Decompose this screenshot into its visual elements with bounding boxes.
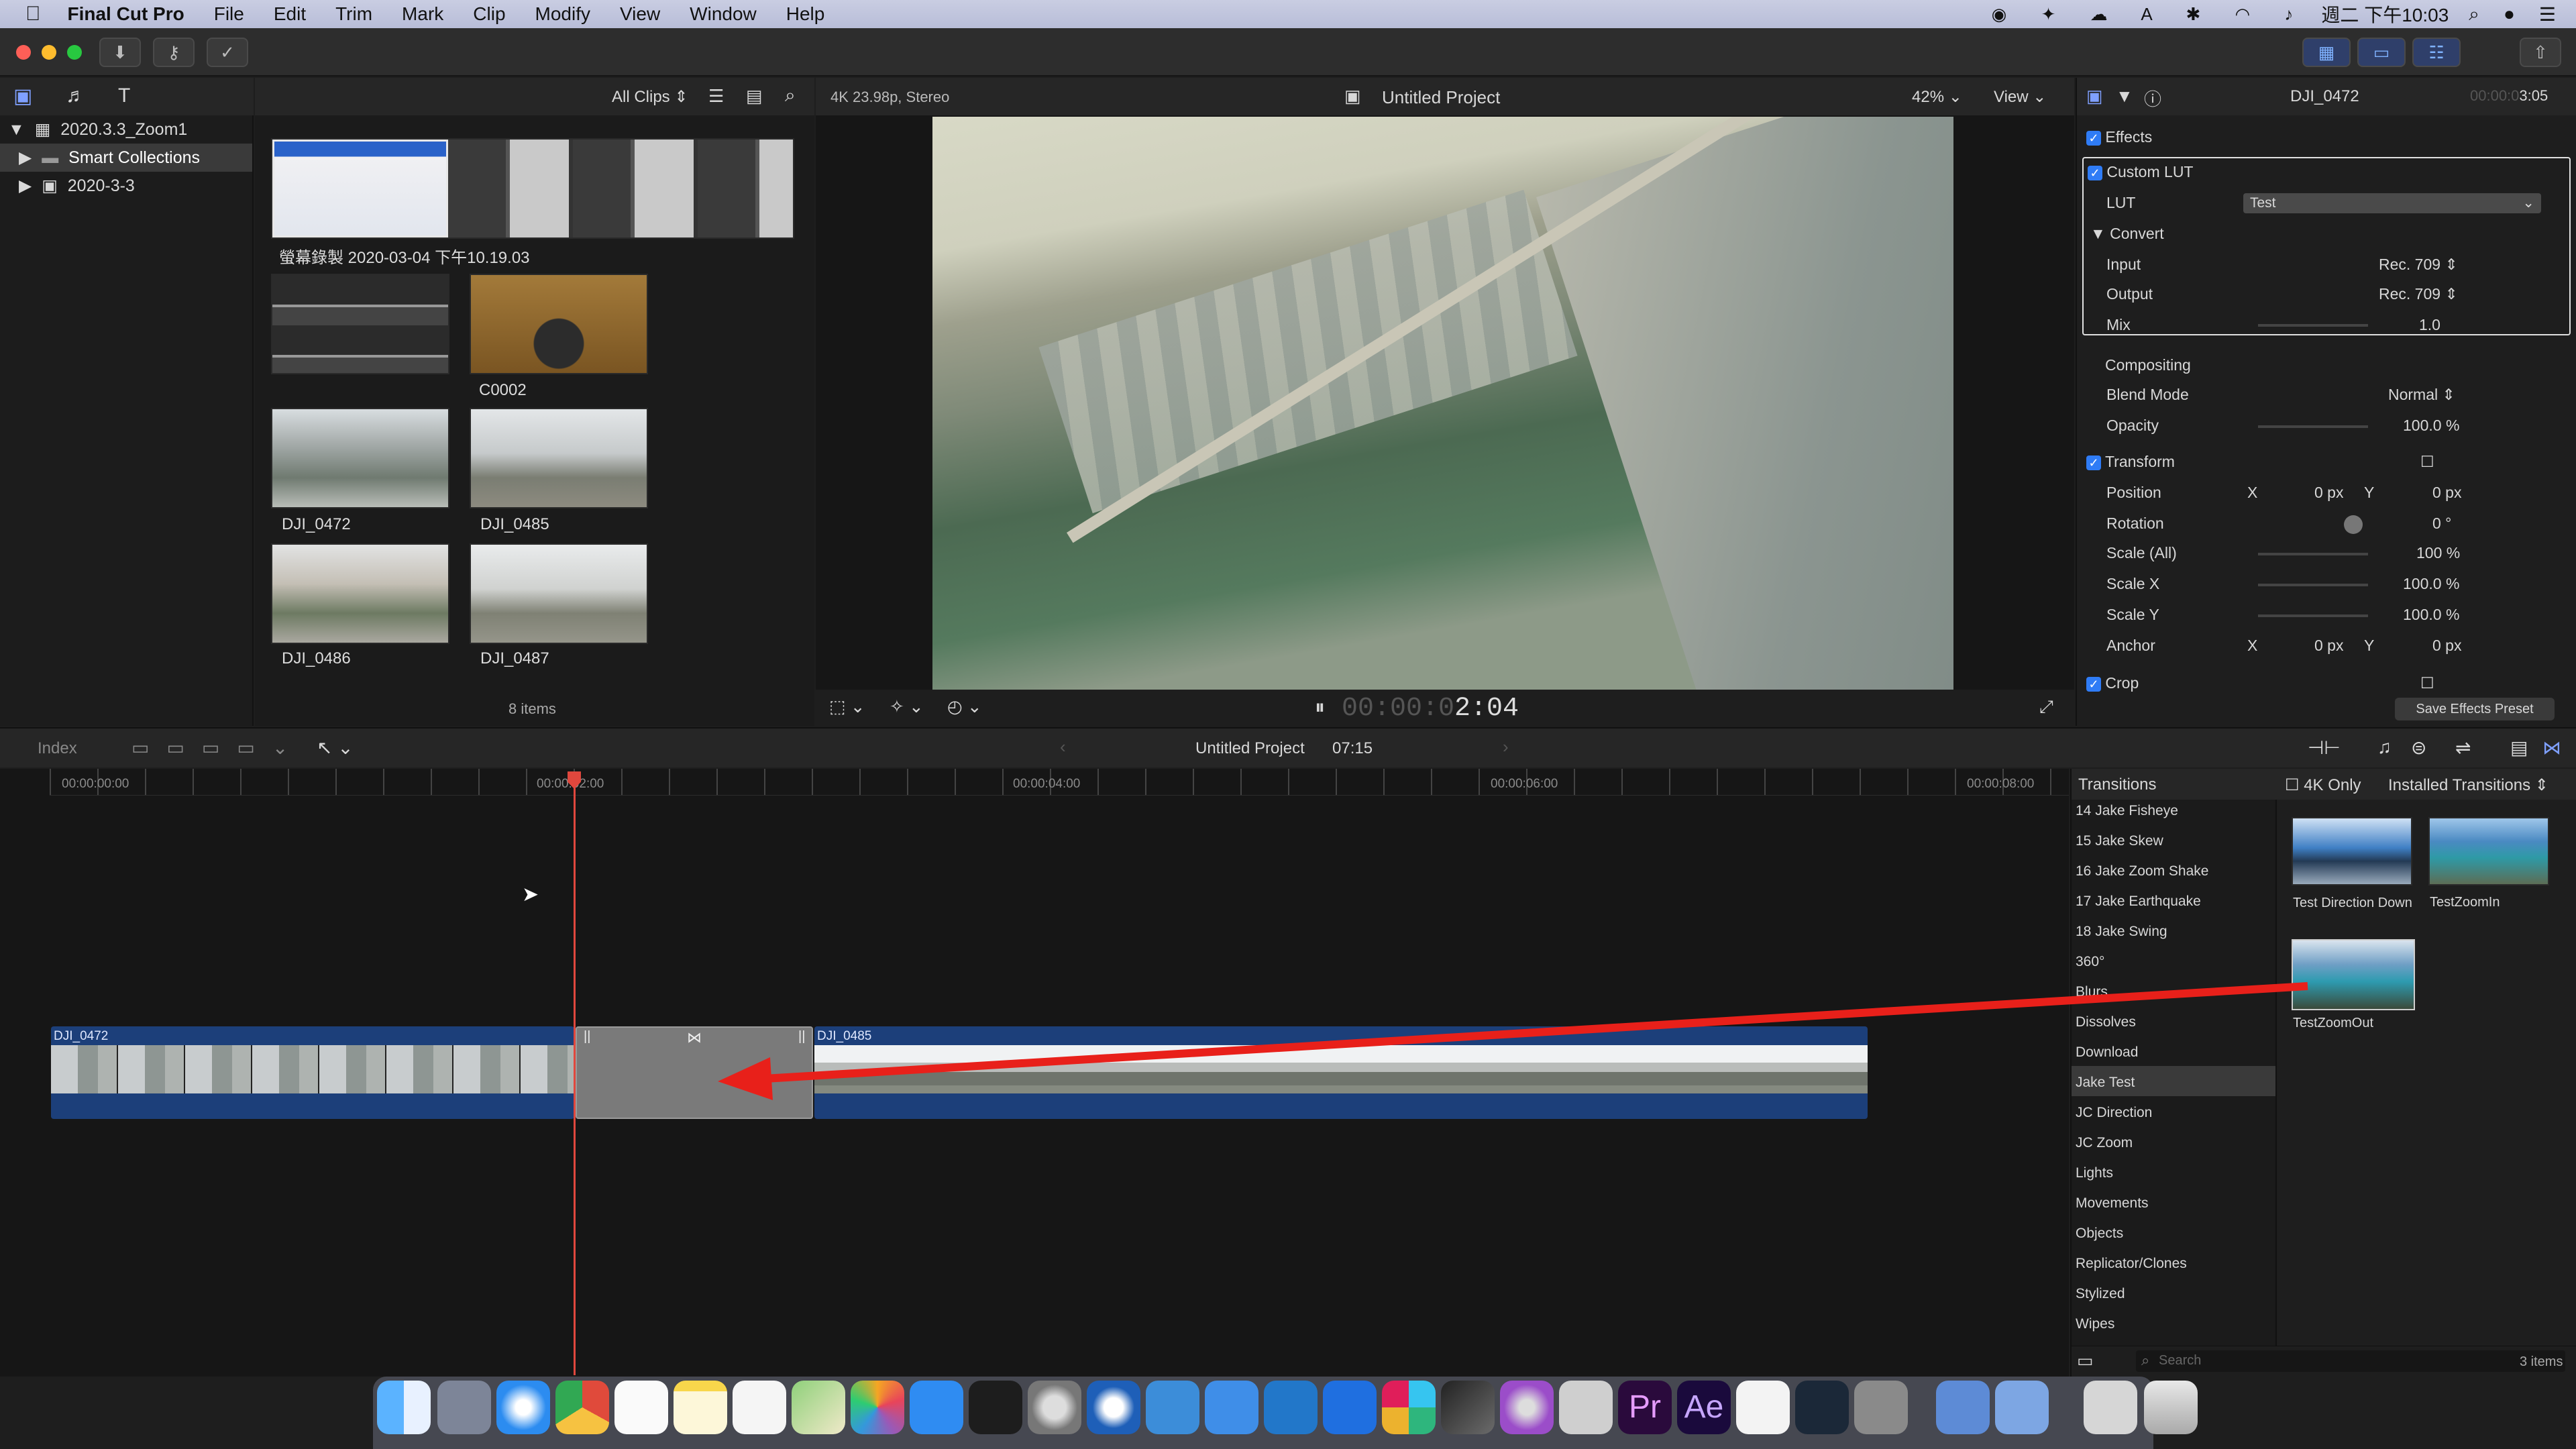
documents-stack-icon[interactable] xyxy=(2084,1381,2137,1434)
chrome-icon[interactable] xyxy=(555,1381,609,1434)
terminal-icon[interactable] xyxy=(969,1381,1022,1434)
system-preferences-icon[interactable] xyxy=(1028,1381,1081,1434)
steam-icon[interactable] xyxy=(1795,1381,1849,1434)
annotation-arrow-shaft xyxy=(764,982,2308,1083)
utility-icon[interactable] xyxy=(1854,1381,1908,1434)
vscode-icon[interactable] xyxy=(1264,1381,1318,1434)
xcode-icon[interactable] xyxy=(1146,1381,1199,1434)
trash-icon[interactable] xyxy=(2144,1381,2198,1434)
maps-icon[interactable] xyxy=(792,1381,845,1434)
downloads-icon[interactable] xyxy=(1936,1381,1990,1434)
finder-icon[interactable] xyxy=(377,1381,431,1434)
compressor-icon[interactable] xyxy=(1559,1381,1613,1434)
keynote-icon[interactable] xyxy=(1205,1381,1258,1434)
annotation-arrow xyxy=(718,982,2308,1100)
notes-icon[interactable] xyxy=(674,1381,727,1434)
after-effects-icon[interactable]: Ae xyxy=(1677,1381,1731,1434)
app-store-icon[interactable] xyxy=(910,1381,963,1434)
calendar-icon[interactable] xyxy=(614,1381,668,1434)
find-my-icon[interactable] xyxy=(1323,1381,1377,1434)
annotation-arrow-head xyxy=(718,1057,773,1100)
motion-icon[interactable] xyxy=(1500,1381,1554,1434)
photos-icon[interactable] xyxy=(851,1381,904,1434)
slack-icon[interactable] xyxy=(1382,1381,1436,1434)
textedit-icon[interactable] xyxy=(1736,1381,1790,1434)
launchpad-icon[interactable] xyxy=(437,1381,491,1434)
quicktime-icon[interactable] xyxy=(1087,1381,1140,1434)
safari-icon[interactable] xyxy=(496,1381,550,1434)
final-cut-pro-icon[interactable] xyxy=(1441,1381,1495,1434)
screenshot-folder-icon[interactable] xyxy=(1995,1381,2049,1434)
premiere-pro-icon[interactable]: Pr xyxy=(1618,1381,1672,1434)
reminders-icon[interactable] xyxy=(733,1381,786,1434)
